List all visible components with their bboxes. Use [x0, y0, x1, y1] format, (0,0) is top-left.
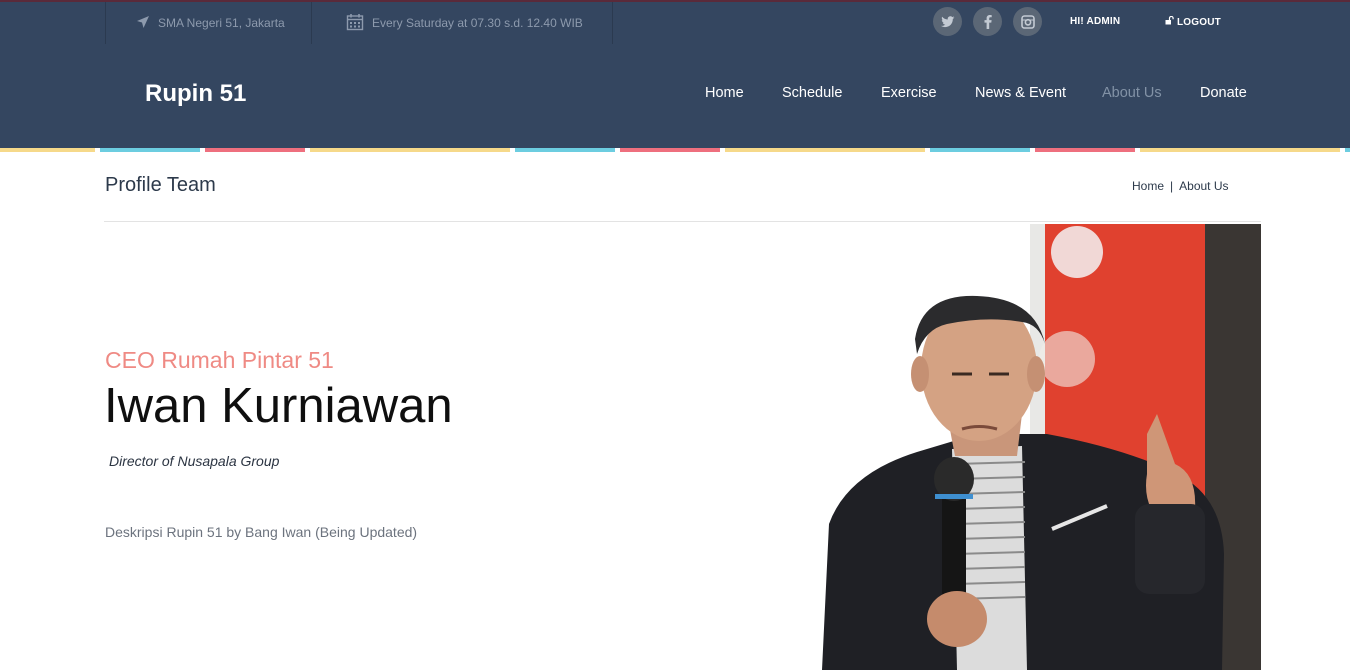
user-menu-link[interactable]: HI! ADMIN — [1070, 16, 1120, 27]
breadcrumb-separator: | — [1170, 179, 1174, 193]
breadcrumb: Home | About Us — [1132, 179, 1229, 193]
profile-photo — [817, 224, 1261, 670]
logout-label: LOGOUT — [1177, 16, 1221, 28]
profile-role: CEO Rumah Pintar 51 — [105, 347, 334, 373]
logout-link[interactable]: LOGOUT — [1165, 15, 1221, 28]
schedule-text: Every Saturday at 07.30 s.d. 12.40 WIB — [372, 16, 583, 30]
instagram-icon[interactable] — [1013, 7, 1042, 36]
calendar-icon — [346, 13, 364, 34]
twitter-icon[interactable] — [933, 7, 962, 36]
color-strip — [0, 148, 1350, 152]
nav-news-event[interactable]: News & Event — [975, 85, 1066, 101]
location-info: SMA Negeri 51, Jakarta — [105, 2, 312, 44]
facebook-icon[interactable] — [973, 7, 1002, 36]
profile-name: Iwan Kurniawan — [104, 379, 453, 433]
breadcrumb-current: About Us — [1179, 179, 1229, 193]
nav-schedule[interactable]: Schedule — [782, 85, 842, 101]
title-divider — [104, 221, 1261, 222]
nav-donate[interactable]: Donate — [1200, 85, 1247, 101]
unlock-icon — [1165, 15, 1174, 28]
location-arrow-icon — [136, 15, 150, 32]
profile-subtitle: Director of Nusapala Group — [109, 453, 280, 469]
top-info-bar: SMA Negeri 51, Jakarta Every Saturday at… — [0, 0, 1350, 44]
profile-description: Deskripsi Rupin 51 by Bang Iwan (Being U… — [105, 524, 418, 540]
location-text: SMA Negeri 51, Jakarta — [158, 16, 285, 30]
nav-home[interactable]: Home — [705, 85, 744, 101]
schedule-info: Every Saturday at 07.30 s.d. 12.40 WIB — [312, 2, 613, 44]
nav-exercise[interactable]: Exercise — [881, 85, 937, 101]
breadcrumb-home[interactable]: Home — [1132, 179, 1164, 193]
nav-about-us[interactable]: About Us — [1102, 85, 1162, 101]
site-logo[interactable]: Rupin 51 — [145, 80, 246, 108]
main-header: Rupin 51 Home Schedule Exercise News & E… — [0, 44, 1350, 148]
page-title: Profile Team — [105, 174, 216, 196]
